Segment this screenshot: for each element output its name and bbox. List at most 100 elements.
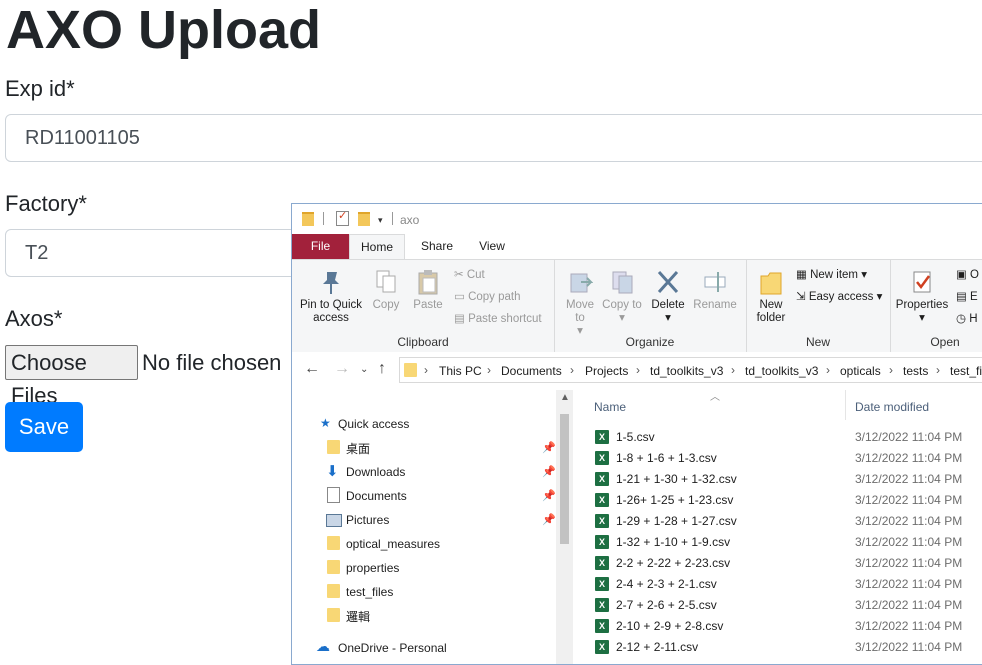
excel-file-icon: X (595, 514, 609, 528)
copy-path-button[interactable]: ▭ Copy path (454, 289, 521, 303)
nav-item-documents[interactable]: Documents (346, 489, 407, 503)
exp-id-input[interactable] (5, 114, 982, 162)
file-explorer-window: ▾ axo File Home Share View Pin to Quick … (291, 203, 982, 665)
new-folder-icon[interactable] (358, 212, 370, 226)
pin-icon[interactable]: 📌 (542, 465, 556, 478)
tab-view[interactable]: View (472, 234, 512, 259)
paste-button[interactable]: Paste (410, 268, 446, 312)
move-to-button[interactable]: Move to ▾ (560, 268, 600, 338)
rename-button[interactable]: Rename (692, 268, 738, 312)
save-button[interactable]: Save (5, 402, 83, 452)
pin-icon[interactable]: 📌 (542, 441, 556, 454)
paste-shortcut-button[interactable]: ▤ Paste shortcut (454, 311, 542, 325)
copy-to-icon (612, 271, 633, 294)
nav-onedrive[interactable]: OneDrive - Personal (338, 641, 447, 655)
folder-icon (327, 440, 340, 454)
breadcrumb-documents[interactable]: Documents (501, 364, 562, 378)
file-name: 2-7 + 2-6 + 2-5.csv (616, 598, 717, 612)
breadcrumb-test-files[interactable]: test_fi (950, 364, 982, 378)
cut-icon: ✂ (454, 269, 464, 281)
column-header-date-modified[interactable]: Date modified (855, 400, 929, 414)
file-row[interactable]: X 1-21 + 1-30 + 1-32.csv 3/12/2022 11:04 P… (575, 469, 982, 490)
address-box[interactable]: › This PC › Documents › Projects › td_to… (399, 357, 982, 383)
easy-access-button[interactable]: ⇲ Easy access ▾ (796, 289, 882, 303)
nav-item-logic[interactable]: 邏輯 (346, 608, 370, 625)
excel-file-icon: X (595, 430, 609, 444)
file-row[interactable]: X 1-5.csv 3/12/2022 11:04 PM (575, 427, 982, 448)
scroll-up-icon[interactable]: ▲ (560, 392, 570, 403)
clipboard-group: Pin to Quick access Copy Paste ✂ Cut ▭ C… (292, 260, 555, 352)
back-icon[interactable]: ← (304, 360, 320, 378)
file-row[interactable]: X 1-29 + 1-28 + 1-27.csv 3/12/2022 11:04 P… (575, 511, 982, 532)
pin-icon[interactable]: 📌 (542, 513, 556, 526)
forward-icon[interactable]: → (334, 360, 350, 378)
properties-button[interactable]: Properties ▾ (894, 268, 950, 325)
breadcrumb-projects[interactable]: Projects (585, 364, 628, 378)
nav-item-desktop[interactable]: 桌面 (346, 440, 370, 457)
folder-icon (327, 536, 340, 550)
column-header-name[interactable]: Name (594, 400, 626, 414)
tab-file[interactable]: File (292, 234, 349, 259)
move-to-icon (570, 273, 593, 293)
easy-access-icon: ⇲ (796, 291, 806, 303)
nav-item-downloads[interactable]: Downloads (346, 465, 405, 479)
nav-scrollbar[interactable]: ▲ (556, 390, 573, 664)
choose-files-button[interactable]: Choose Files (5, 345, 138, 408)
cut-button[interactable]: ✂ Cut (454, 267, 485, 281)
page-title: AXO Upload (6, 0, 322, 60)
paste-shortcut-icon: ▤ (454, 313, 465, 325)
delete-button[interactable]: Delete ▾ (648, 268, 688, 325)
scroll-thumb[interactable] (560, 414, 569, 544)
breadcrumb-td-toolkits[interactable]: td_toolkits_v3 (650, 364, 723, 378)
breadcrumb-tests[interactable]: tests (903, 364, 928, 378)
pin-icon[interactable]: 📌 (542, 489, 556, 502)
edit-icon[interactable]: ▤ E (956, 289, 978, 303)
tab-share[interactable]: Share (412, 234, 462, 259)
tab-home[interactable]: Home (349, 234, 405, 259)
nav-item-test-files[interactable]: test_files (346, 585, 393, 599)
file-row[interactable]: X 2-4 + 2-3 + 2-1.csv 3/12/2022 11:04 PM (575, 574, 982, 595)
copy-to-button[interactable]: Copy to ▾ (602, 268, 642, 325)
up-icon[interactable]: ↑ (378, 360, 386, 378)
file-status: No file chosen (142, 350, 282, 375)
file-row[interactable]: X 2-12 + 2-11.csv 3/12/2022 11:04 PM (575, 637, 982, 658)
breadcrumb-this-pc[interactable]: This PC (439, 364, 482, 378)
pin-quick-access-button[interactable]: Pin to Quick access (298, 268, 364, 325)
file-row[interactable]: X 2-7 + 2-6 + 2-5.csv 3/12/2022 11:04 PM (575, 595, 982, 616)
file-row[interactable]: X 1-8 + 1-6 + 1-3.csv 3/12/2022 11:04 PM (575, 448, 982, 469)
file-date-modified: 3/12/2022 11:04 PM (855, 493, 963, 507)
nav-item-optical-measures[interactable]: optical_measures (346, 537, 440, 551)
customize-dropdown-icon[interactable]: ▾ (378, 215, 383, 226)
column-divider[interactable] (845, 390, 846, 420)
excel-file-icon: X (595, 472, 609, 486)
nav-item-pictures[interactable]: Pictures (346, 513, 389, 527)
file-row[interactable]: X 2-2 + 2-22 + 2-23.csv 3/12/2022 11:04 PM (575, 553, 982, 574)
exp-id-label: Exp id* (5, 76, 75, 101)
new-folder-button[interactable]: New folder (750, 268, 792, 325)
properties-icon[interactable] (336, 209, 349, 226)
excel-file-icon: X (595, 598, 609, 612)
file-row[interactable]: X 2-10 + 2-9 + 2-8.csv 3/12/2022 11:04 PM (575, 616, 982, 637)
new-item-button[interactable]: ▦ New item ▾ (796, 267, 867, 281)
file-row[interactable]: X 1-26+ 1-25 + 1-23.csv 3/12/2022 11:04 PM (575, 490, 982, 511)
rename-icon (704, 272, 726, 292)
file-date-modified: 3/12/2022 11:04 PM (855, 619, 963, 633)
breadcrumb-td-toolkits-inner[interactable]: td_toolkits_v3 (745, 364, 818, 378)
file-date-modified: 3/12/2022 11:04 PM (855, 430, 963, 444)
excel-file-icon: X (595, 640, 609, 654)
open-icon[interactable]: ▣ O (956, 267, 979, 281)
file-name: 2-12 + 2-11.csv (616, 640, 699, 654)
file-row[interactable]: X 1-32 + 1-10 + 1-9.csv 3/12/2022 11:04 PM (575, 532, 982, 553)
history-icon[interactable]: ◷ H (956, 311, 978, 325)
quick-access-toolbar: ▾ axo (292, 204, 982, 234)
recent-locations-icon[interactable]: ⌄ (360, 364, 368, 375)
folder-icon (327, 560, 340, 574)
file-name: 2-4 + 2-3 + 2-1.csv (616, 577, 717, 591)
copy-button[interactable]: Copy (368, 268, 404, 312)
excel-file-icon: X (595, 577, 609, 591)
nav-quick-access[interactable]: Quick access (338, 417, 409, 431)
paste-icon (418, 270, 438, 295)
ribbon: Pin to Quick access Copy Paste ✂ Cut ▭ C… (292, 259, 982, 353)
breadcrumb-opticals[interactable]: opticals (840, 364, 881, 378)
nav-item-properties[interactable]: properties (346, 561, 399, 575)
